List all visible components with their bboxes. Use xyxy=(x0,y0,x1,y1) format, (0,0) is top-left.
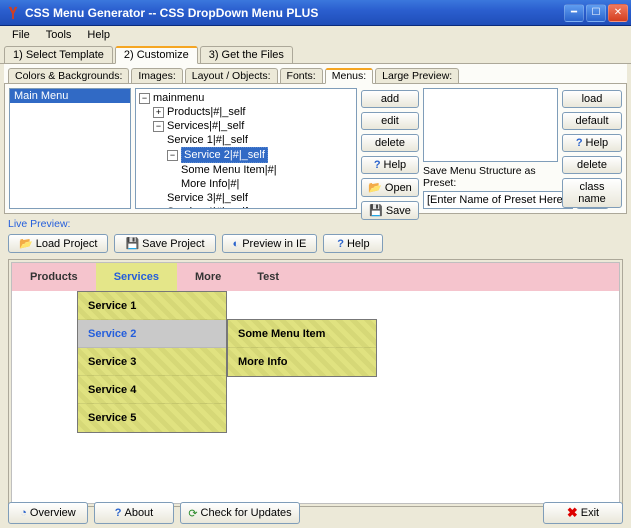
preview-icon: ◐ xyxy=(233,238,240,250)
subtab-layout[interactable]: Layout / Objects: xyxy=(185,68,278,83)
overview-button[interactable]: ◔Overview xyxy=(8,502,88,524)
flyout-item[interactable]: More Info xyxy=(228,348,376,376)
tab-select-template[interactable]: 1) Select Template xyxy=(4,46,113,63)
tree-node[interactable]: Service 3|#|_self xyxy=(139,191,353,205)
help-icon: ? xyxy=(576,137,583,149)
subtab-large-preview[interactable]: Large Preview: xyxy=(375,68,459,83)
info-icon: ? xyxy=(115,507,122,519)
save-icon: 💾 xyxy=(369,204,383,217)
tree-node[interactable]: −mainmenu xyxy=(139,91,353,105)
menu-tree[interactable]: −mainmenu +Products|#|_self −Services|#|… xyxy=(135,88,357,209)
preview-toolbar: 📂Load Project 💾Save Project ◐Preview in … xyxy=(0,232,631,259)
preset-column: Save Menu Structure as Preset: save xyxy=(423,88,558,209)
help-icon: ? xyxy=(337,238,344,250)
bottom-toolbar: ◔Overview ?About ⟳Check for Updates ✖Exi… xyxy=(0,502,631,524)
subtab-fonts[interactable]: Fonts: xyxy=(280,68,323,83)
delete-button[interactable]: delete xyxy=(361,134,419,152)
overview-icon: ◔ xyxy=(20,507,27,519)
menu-file[interactable]: File xyxy=(4,28,38,42)
preset-name-input[interactable] xyxy=(423,191,573,209)
nav-item-more[interactable]: More xyxy=(177,263,239,291)
subtab-menus[interactable]: Menus: xyxy=(325,68,373,84)
tree-node[interactable]: More Info|#| xyxy=(139,177,353,191)
window-titlebar: CSS Menu Generator -- CSS DropDown Menu … xyxy=(0,0,631,26)
tree-node[interactable]: Service 4|#|_self xyxy=(139,205,353,209)
save-icon: 💾 xyxy=(125,237,139,250)
menu-tools[interactable]: Tools xyxy=(38,28,80,42)
save-button[interactable]: 💾Save xyxy=(361,201,419,220)
preset-list[interactable] xyxy=(423,88,558,162)
help-button[interactable]: ?Help xyxy=(562,134,622,152)
customize-subtabs: Colors & Backgrounds: Images: Layout / O… xyxy=(4,64,627,84)
preset-label: Save Menu Structure as Preset: xyxy=(423,165,558,189)
tab-get-files[interactable]: 3) Get the Files xyxy=(200,46,293,63)
nav-item-test[interactable]: Test xyxy=(239,263,297,291)
flyout-item[interactable]: Some Menu Item xyxy=(228,320,376,348)
toolbar-help-button[interactable]: ?Help xyxy=(323,234,383,253)
preset-actions: load default ?Help delete class name xyxy=(562,88,622,209)
minimize-button[interactable]: ━ xyxy=(564,4,584,22)
exit-button[interactable]: ✖Exit xyxy=(543,502,623,524)
subtab-colors[interactable]: Colors & Backgrounds: xyxy=(8,68,129,83)
nav-item-services[interactable]: Services xyxy=(96,263,177,291)
preview-submenu: Service 1 Service 2 Service 3 Service 4 … xyxy=(77,291,227,433)
delete-preset-button[interactable]: delete xyxy=(562,156,622,174)
tab-customize[interactable]: 2) Customize xyxy=(115,46,198,64)
edit-button[interactable]: edit xyxy=(361,112,419,130)
folder-open-icon: 📂 xyxy=(19,237,33,250)
check-updates-button[interactable]: ⟳Check for Updates xyxy=(180,502,300,524)
menu-list[interactable]: Main Menu xyxy=(9,88,131,209)
menu-list-item[interactable]: Main Menu xyxy=(10,89,130,103)
class-name-button[interactable]: class name xyxy=(562,178,622,208)
submenu-item[interactable]: Service 5 xyxy=(78,404,226,432)
load-project-button[interactable]: 📂Load Project xyxy=(8,234,108,253)
close-button[interactable]: ✕ xyxy=(608,4,628,22)
step-tabs: 1) Select Template 2) Customize 3) Get t… xyxy=(0,44,631,64)
tree-node[interactable]: Some Menu Item|#| xyxy=(139,163,353,177)
menubar: File Tools Help xyxy=(0,26,631,44)
about-button[interactable]: ?About xyxy=(94,502,174,524)
default-button[interactable]: default xyxy=(562,112,622,130)
live-preview-label: Live Preview: xyxy=(0,214,631,232)
subtab-images[interactable]: Images: xyxy=(131,68,182,83)
exit-icon: ✖ xyxy=(567,505,578,521)
help-icon: ? xyxy=(374,159,381,171)
tree-node[interactable]: +Products|#|_self xyxy=(139,105,353,119)
preview-canvas: Products Services More Test Service 1 Se… xyxy=(11,262,620,504)
expand-icon[interactable]: + xyxy=(153,107,164,118)
app-icon xyxy=(6,6,20,20)
submenu-item[interactable]: Service 3 xyxy=(78,348,226,376)
tree-node[interactable]: Service 1|#|_self xyxy=(139,133,353,147)
tree-node[interactable]: −Service 2|#|_self xyxy=(139,147,353,163)
submenu-item[interactable]: Service 1 xyxy=(78,292,226,320)
help-button[interactable]: ?Help xyxy=(361,156,419,174)
maximize-button[interactable]: ☐ xyxy=(586,4,606,22)
load-button[interactable]: load xyxy=(562,90,622,108)
folder-open-icon: 📂 xyxy=(368,181,382,194)
submenu-item[interactable]: Service 2 xyxy=(78,320,226,348)
update-icon: ⟳ xyxy=(188,507,197,520)
save-project-button[interactable]: 💾Save Project xyxy=(114,234,215,253)
tree-actions: add edit delete ?Help 📂Open 💾Save xyxy=(361,88,419,209)
tree-selected: Service 2|#|_self xyxy=(181,147,268,163)
collapse-icon[interactable]: − xyxy=(167,150,178,161)
menu-help[interactable]: Help xyxy=(79,28,118,42)
collapse-icon[interactable]: − xyxy=(139,93,150,104)
window-title: CSS Menu Generator -- CSS DropDown Menu … xyxy=(25,6,562,20)
submenu-item[interactable]: Service 4 xyxy=(78,376,226,404)
collapse-icon[interactable]: − xyxy=(153,121,164,132)
tree-node[interactable]: −Services|#|_self xyxy=(139,119,353,133)
preview-ie-button[interactable]: ◐Preview in IE xyxy=(222,234,318,253)
menus-panel: Main Menu −mainmenu +Products|#|_self −S… xyxy=(4,84,627,214)
nav-item-products[interactable]: Products xyxy=(12,263,96,291)
live-preview-frame: Products Services More Test Service 1 Se… xyxy=(8,259,623,507)
preview-nav: Products Services More Test xyxy=(12,263,619,291)
open-button[interactable]: 📂Open xyxy=(361,178,419,197)
add-button[interactable]: add xyxy=(361,90,419,108)
preview-flyout: Some Menu Item More Info xyxy=(227,319,377,377)
